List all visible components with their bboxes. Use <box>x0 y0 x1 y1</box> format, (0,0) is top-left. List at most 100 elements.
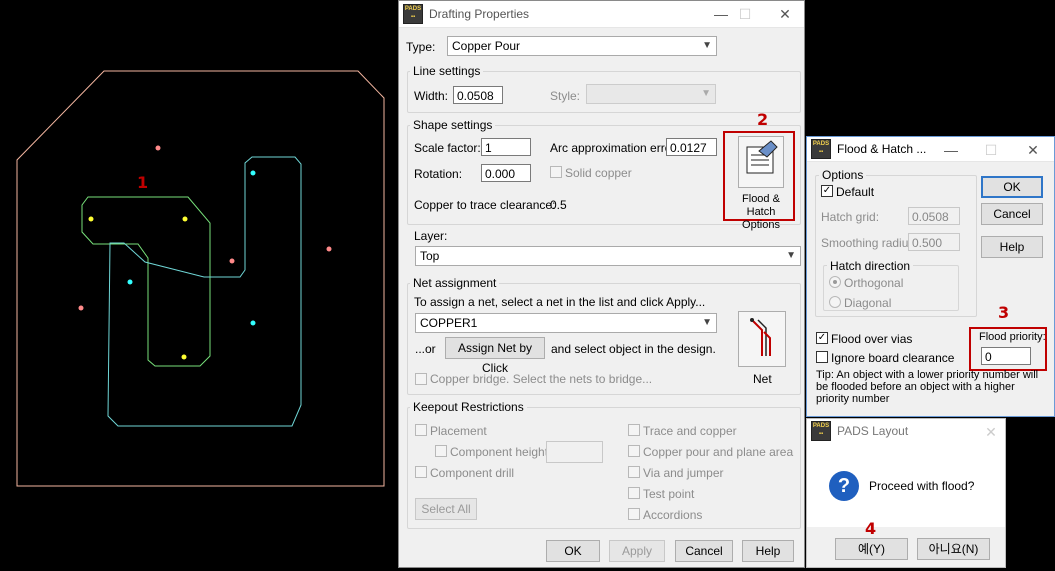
solid-copper-checkbox[interactable] <box>550 166 562 178</box>
ignore-board-clearance-label: Ignore board clearance <box>831 351 955 365</box>
copper-pour-plane-label: Copper pour and plane area <box>643 445 794 459</box>
pads-app-icon: PADS ▪▪ <box>811 139 831 159</box>
test-point-checkbox[interactable] <box>628 487 640 499</box>
pad-dot <box>127 279 133 285</box>
flood-priority-input[interactable]: 0 <box>981 347 1031 365</box>
maximize-icon: ☐ <box>984 142 998 158</box>
net-button[interactable] <box>738 311 786 367</box>
pad-dot <box>181 354 187 360</box>
scale-factor-label: Scale factor: <box>414 141 481 155</box>
close-icon[interactable]: ✕ <box>775 5 795 23</box>
cancel-button[interactable]: Cancel <box>675 540 733 562</box>
ignore-board-clearance-checkbox[interactable] <box>816 351 828 363</box>
apply-button[interactable]: Apply <box>609 540 665 562</box>
copper-pour-outline <box>81 196 211 367</box>
no-button[interactable]: 아니요(N) <box>917 538 990 560</box>
type-value: Copper Pour <box>452 39 521 53</box>
width-input[interactable]: 0.0508 <box>453 86 503 104</box>
annotation-4: 4 <box>865 519 877 538</box>
question-icon: ? <box>829 471 859 501</box>
net-button-label: Net <box>753 372 772 386</box>
pad-dot <box>88 216 94 222</box>
chevron-down-icon: ▼ <box>786 250 796 261</box>
orthogonal-label: Orthogonal <box>844 276 904 290</box>
component-height-input[interactable] <box>546 441 603 463</box>
pad-dot <box>78 305 84 311</box>
style-select[interactable]: ▼ <box>586 84 716 104</box>
test-point-label: Test point <box>643 487 695 501</box>
default-label: Default <box>836 185 875 199</box>
flood-dialog-title: Flood & Hatch ... <box>837 142 927 156</box>
pad-dot <box>229 258 235 264</box>
flood-help-button[interactable]: Help <box>981 236 1043 258</box>
yes-button[interactable]: 예(Y) <box>835 538 908 560</box>
close-icon[interactable]: ✕ <box>981 423 1001 441</box>
via-jumper-checkbox[interactable] <box>628 466 640 478</box>
drafting-properties-dialog: PADS ▪▪ Drafting Properties — ☐ ✕ Type: C… <box>398 0 805 568</box>
style-label: Style: <box>550 89 581 103</box>
placement-checkbox[interactable] <box>415 424 427 436</box>
line-settings-label: Line settings <box>410 64 484 78</box>
scale-factor-input[interactable]: 1 <box>481 138 531 156</box>
select-all-button[interactable]: Select All <box>415 498 477 520</box>
hatch-grid-label: Hatch grid: <box>821 210 880 224</box>
flood-priority-label: Flood priority: <box>979 331 1046 343</box>
trace-copper-checkbox[interactable] <box>628 424 640 436</box>
via-jumper-label: Via and jumper <box>643 466 724 480</box>
default-checkbox[interactable]: ✓ <box>821 185 833 197</box>
message-titlebar: PADS ▪▪ PADS Layout ✕ <box>807 419 1005 443</box>
flood-hatch-options-button[interactable] <box>738 136 784 188</box>
net-select[interactable]: COPPER1 ▼ <box>415 313 717 333</box>
accordions-label: Accordions <box>643 508 703 522</box>
flood-over-vias-checkbox[interactable]: ✓ <box>816 332 828 344</box>
hatch-direction-label: Hatch direction <box>827 259 914 273</box>
hatch-grid-input[interactable]: 0.0508 <box>908 207 960 225</box>
close-icon[interactable]: ✕ <box>1023 141 1043 159</box>
pads-app-icon: PADS ▪▪ <box>811 421 831 441</box>
copper-bridge-label: Copper bridge. Select the nets to bridge… <box>430 372 653 386</box>
flood-hatch-button-label: Flood & Hatch Options <box>742 193 780 231</box>
rotation-input[interactable]: 0.000 <box>481 164 531 182</box>
smoothing-radius-input[interactable]: 0.500 <box>908 233 960 251</box>
copper-pour-plane-checkbox[interactable] <box>628 445 640 457</box>
component-drill-checkbox[interactable] <box>415 466 427 478</box>
component-height-checkbox[interactable] <box>435 445 447 457</box>
copper-bridge-checkbox[interactable] <box>415 373 427 385</box>
shape-settings-label: Shape settings <box>410 118 496 132</box>
or-label: ...or <box>415 342 436 356</box>
net-value: COPPER1 <box>420 316 478 330</box>
layer-select[interactable]: Top ▼ <box>415 246 801 266</box>
annotation-2: 2 <box>757 110 769 129</box>
pcb-canvas[interactable]: 1 <box>0 0 398 568</box>
arc-approx-input[interactable]: 0.0127 <box>666 138 717 156</box>
chevron-down-icon: ▼ <box>702 317 712 328</box>
pad-dot <box>250 320 256 326</box>
diagonal-radio[interactable] <box>829 296 841 308</box>
chevron-down-icon: ▼ <box>702 40 712 51</box>
solid-copper-label: Solid copper <box>565 166 632 180</box>
ok-button[interactable]: OK <box>546 540 600 562</box>
minimize-icon: — <box>944 142 958 158</box>
orthogonal-radio[interactable] <box>829 276 841 288</box>
pads-app-icon: PADS ▪▪ <box>403 4 423 24</box>
type-select[interactable]: Copper Pour ▼ <box>447 36 717 56</box>
options-label: Options <box>819 168 867 182</box>
arc-approx-label: Arc approximation error: <box>550 141 679 155</box>
message-title: PADS Layout <box>837 424 909 438</box>
minimize-icon: — <box>714 6 728 22</box>
help-button[interactable]: Help <box>742 540 794 562</box>
clearance-value: 0.5 <box>550 198 567 212</box>
dialog-title: Drafting Properties <box>429 7 530 21</box>
maximize-icon: ☐ <box>738 6 752 22</box>
layer-label: Layer: <box>414 229 448 243</box>
type-label: Type: <box>406 40 436 54</box>
net-assignment-label: Net assignment <box>410 276 500 290</box>
pad-dot <box>182 216 188 222</box>
clearance-label: Copper to trace clearance: <box>414 198 556 212</box>
accordions-checkbox[interactable] <box>628 508 640 520</box>
board-drawing <box>16 70 385 487</box>
flood-cancel-button[interactable]: Cancel <box>981 203 1043 225</box>
assign-net-by-click-button[interactable]: Assign Net by Click <box>445 337 545 375</box>
flood-ok-button[interactable]: OK <box>981 176 1043 198</box>
keepout-label: Keepout Restrictions <box>410 400 527 414</box>
